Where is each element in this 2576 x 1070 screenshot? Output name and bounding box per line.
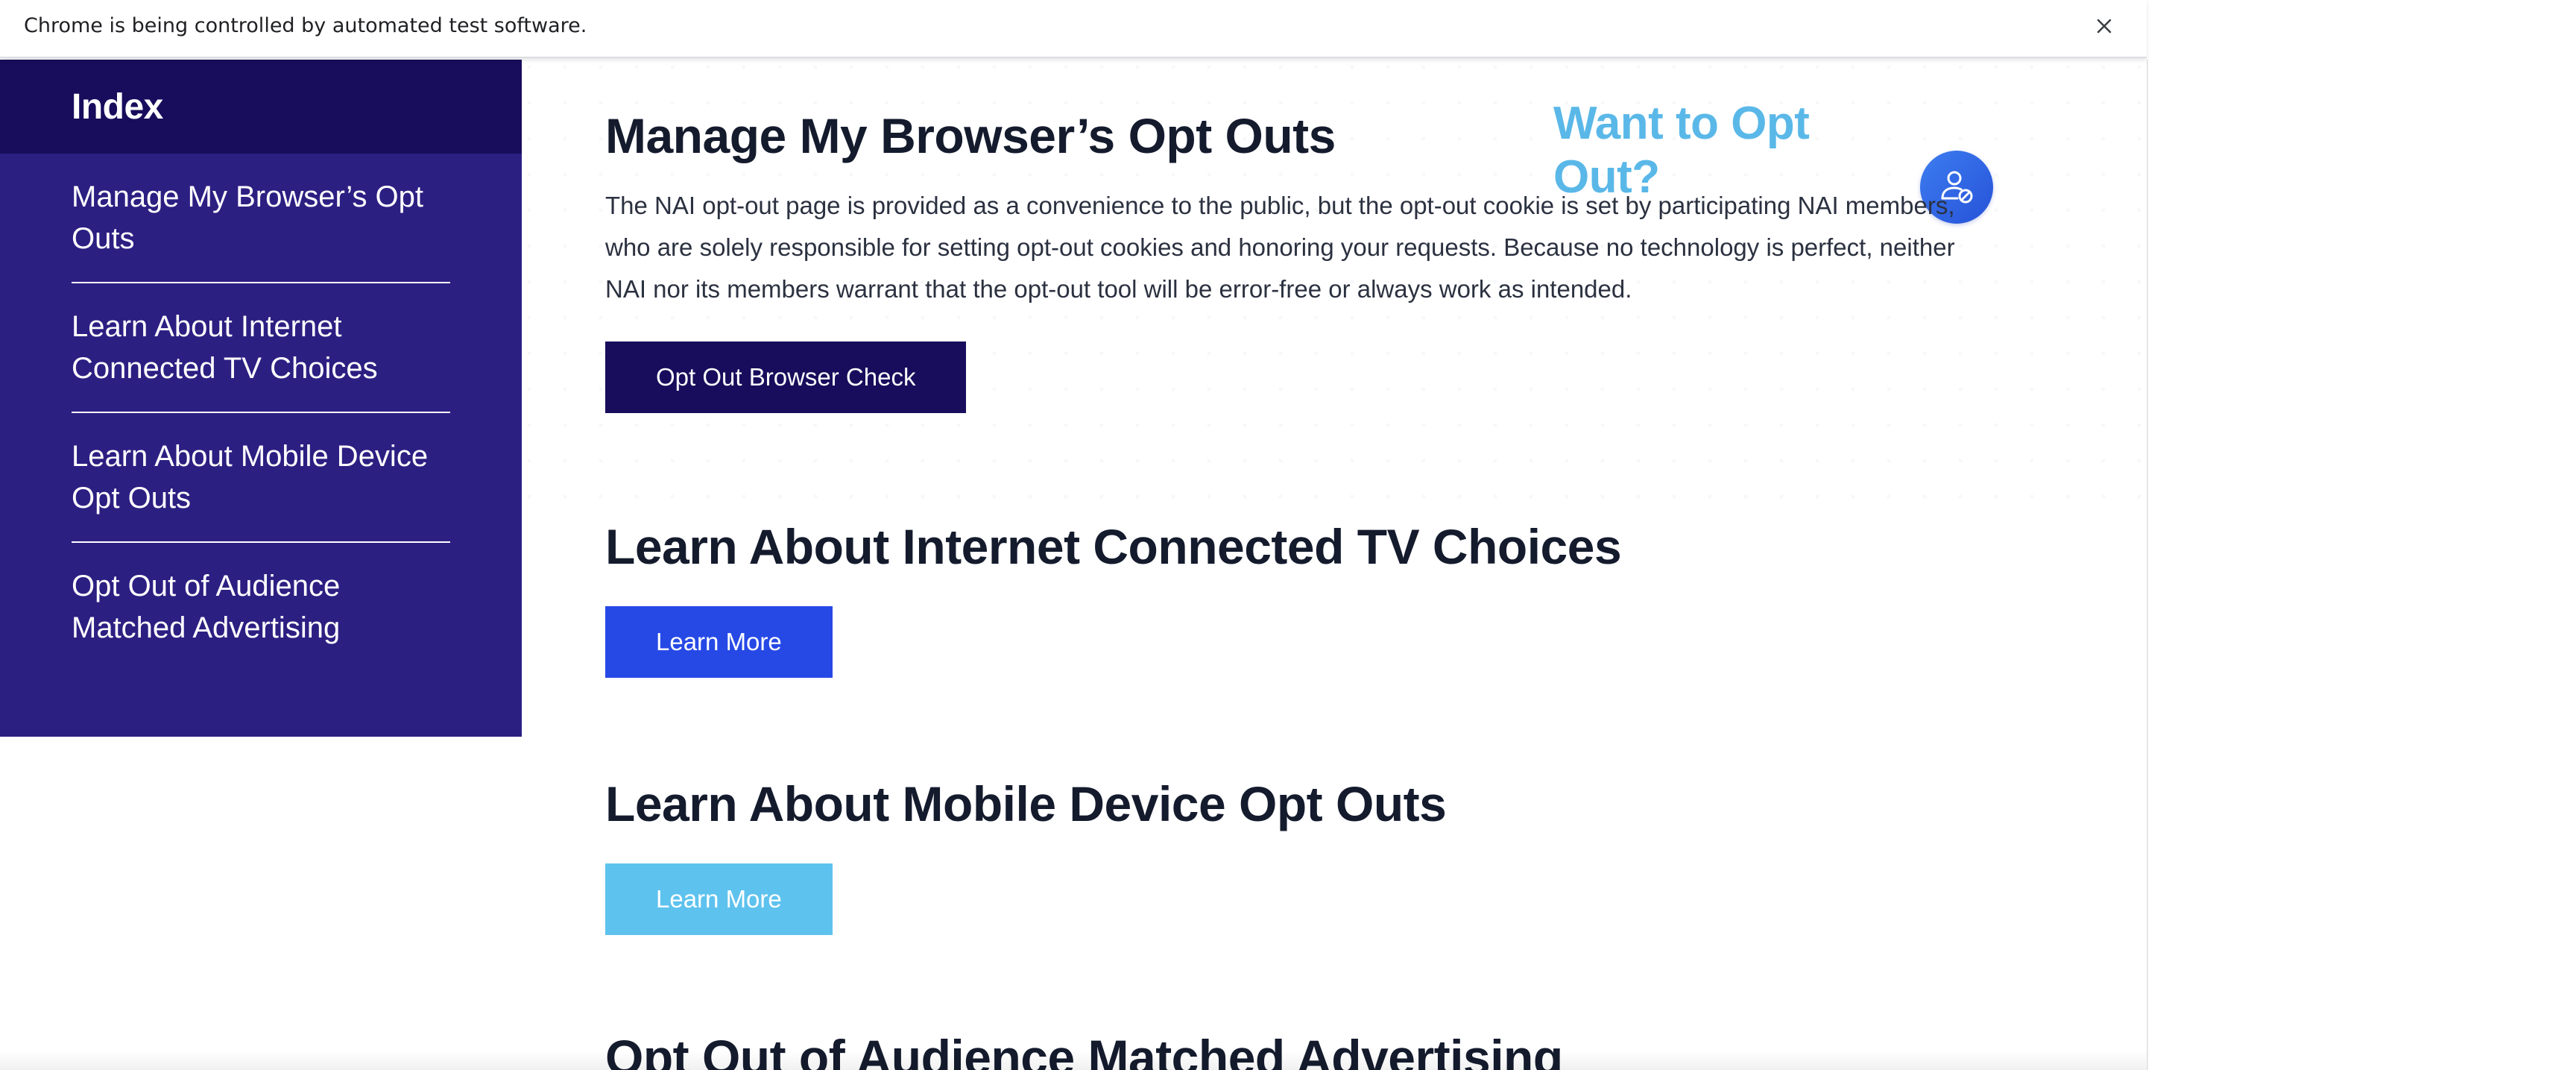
sidebar-header: Index: [0, 60, 522, 154]
section-title: Learn About Internet Connected TV Choice…: [605, 519, 1622, 574]
sidebar-item-manage-browser-opt-outs[interactable]: Manage My Browser’s Opt Outs: [72, 176, 450, 283]
index-sidebar: Index Manage My Browser’s Opt Outs Learn…: [0, 60, 522, 737]
sidebar-item-connected-tv-choices[interactable]: Learn About Internet Connected TV Choice…: [72, 283, 450, 413]
section-title: Learn About Mobile Device Opt Outs: [605, 776, 1447, 831]
section-mobile-device-opt-outs: Learn About Mobile Device Opt Outs Learn…: [605, 775, 1447, 935]
viewport-edge: [2147, 60, 2148, 1070]
sidebar-title: Index: [72, 86, 163, 127]
main-content: Want to Opt Out? Manage My Browser’s Opt…: [522, 60, 2147, 1070]
page-viewport: Index Manage My Browser’s Opt Outs Learn…: [0, 60, 2147, 1070]
sidebar-item-audience-matched-advertising[interactable]: Opt Out of Audience Matched Advertising: [72, 543, 450, 671]
learn-more-mobile-device-button[interactable]: Learn More: [605, 863, 833, 935]
opt-out-browser-check-button[interactable]: Opt Out Browser Check: [605, 342, 967, 413]
learn-more-connected-tv-button[interactable]: Learn More: [605, 606, 833, 678]
section-manage-browser-opt-outs: Manage My Browser’s Opt Outs The NAI opt…: [605, 107, 1969, 413]
section-description: The NAI opt-out page is provided as a co…: [605, 192, 1955, 303]
sidebar-item-mobile-device-opt-outs[interactable]: Learn About Mobile Device Opt Outs: [72, 413, 450, 543]
section-title: Manage My Browser’s Opt Outs: [605, 108, 1336, 163]
section-title: Opt Out of Audience Matched Advertising: [605, 1030, 1563, 1070]
infobar-message: Chrome is being controlled by automated …: [24, 14, 587, 37]
section-connected-tv-choices: Learn About Internet Connected TV Choice…: [605, 518, 1622, 678]
close-icon[interactable]: [2089, 10, 2120, 42]
automation-infobar: Chrome is being controlled by automated …: [0, 0, 2147, 58]
sidebar-list: Manage My Browser’s Opt Outs Learn About…: [0, 154, 522, 671]
section-audience-matched-advertising: Opt Out of Audience Matched Advertising: [605, 1029, 1563, 1070]
